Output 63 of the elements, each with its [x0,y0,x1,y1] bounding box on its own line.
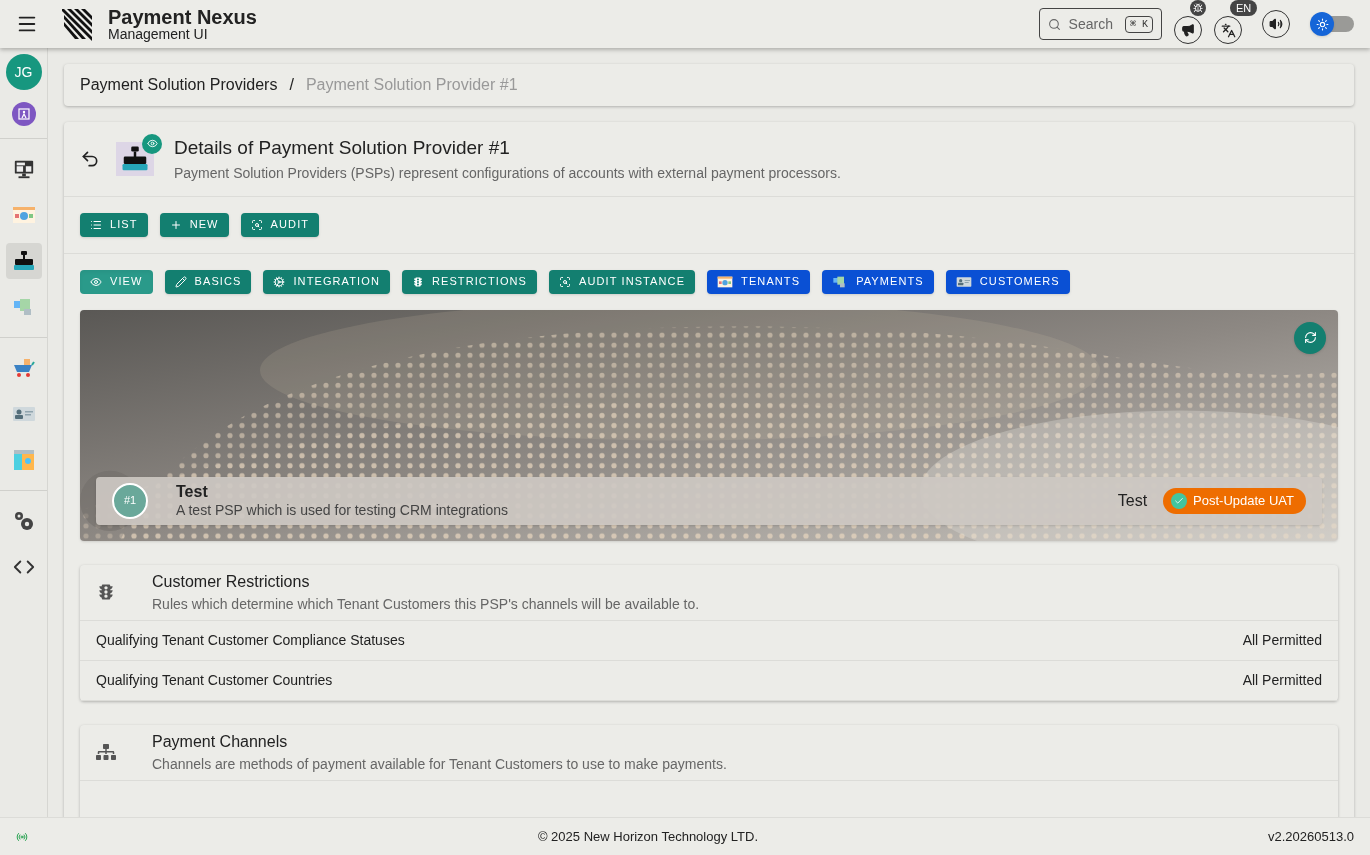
row-value: All Permitted [1242,670,1322,690]
provider-name: Test [176,481,209,502]
cart-icon [11,356,36,380]
avatar[interactable]: JG [5,54,42,90]
sidebar-item[interactable] [5,243,42,279]
section-title: Customer Restrictions [152,571,311,592]
tab[interactable]: CUSTOMERS [945,269,1070,294]
list-icon [90,218,102,231]
tenant-name: Test [1117,490,1148,511]
breadcrumb-current: Payment Solution Provider #1 [305,75,518,95]
version: v2.20260513.0 [1267,827,1354,846]
tab[interactable]: BASICS [164,269,252,294]
scan-icon [559,275,571,288]
check-icon [1171,492,1188,509]
tab[interactable]: VIEW [80,269,153,294]
row-value: All Permitted [1242,630,1322,650]
pencil-icon [174,275,187,288]
ledger-icon [11,448,36,472]
translate-icon [1220,22,1236,38]
search-placeholder: Search [1068,14,1113,34]
scan-icon [250,218,263,231]
connection-icon [16,830,28,843]
megaphone-icon [1181,23,1195,37]
page-title: Details of Payment Solution Provider #1 [174,136,511,160]
row-label: Qualifying Tenant Customer Compliance Statuses [96,630,405,650]
section-subtitle: Rules which determine which Tenant Customers this PSP's channels will be available to. [152,594,700,614]
app-subtitle: Management UI [108,27,209,41]
tab[interactable]: TENANTS [707,269,811,294]
cash-register-icon [11,249,36,273]
sun-icon [1315,17,1329,31]
environment-badge: Post-Update UAT [1163,487,1306,514]
volume-icon [1269,17,1283,31]
action-button[interactable]: LIST [80,212,148,237]
traffic-light-icon [96,582,116,602]
tab[interactable]: RESTRICTIONS [401,269,537,294]
bug-badge [1190,0,1206,16]
tab[interactable]: PAYMENTS [822,269,934,294]
traffic-light-icon [411,275,424,288]
breadcrumb-link[interactable]: Payment Solution Providers [80,73,278,97]
eye-icon [90,275,102,288]
eye-badge [142,133,162,154]
theme-toggle[interactable] [1310,12,1354,36]
action-button[interactable]: NEW [159,212,229,237]
action-button[interactable]: AUDIT [240,212,320,237]
search-field[interactable]: Search ⌘ K [1038,8,1162,40]
section-title: Payment Channels [152,731,289,752]
provider-description: A test PSP which is used for testing CRM integrations [176,501,508,520]
plus-icon [169,218,182,231]
language-badge: EN [1230,0,1258,16]
sitemap-icon [96,742,116,762]
row-label: Qualifying Tenant Customer Countries [96,670,333,690]
page-subtitle: Payment Solution Providers (PSPs) represent configurations of accounts with external payment processors. [174,163,841,183]
section-subtitle: Channels are methods of payment available for Tenant Customers to use to make payments. [152,754,727,774]
shortcut-key: ⌘ K [1124,15,1153,33]
monitor-icon [12,158,35,180]
tab[interactable]: INTEGRATION [263,269,390,294]
tab[interactable]: AUDIT INSTANCE [549,269,696,294]
gear-icon [273,275,286,288]
breadcrumb-separator: / [289,75,294,95]
refresh-icon [1303,331,1317,344]
copyright: © 2025 New Horizon Technology LTD. [536,827,760,846]
search-icon [1047,17,1061,31]
number-badge: #1 [112,482,148,519]
